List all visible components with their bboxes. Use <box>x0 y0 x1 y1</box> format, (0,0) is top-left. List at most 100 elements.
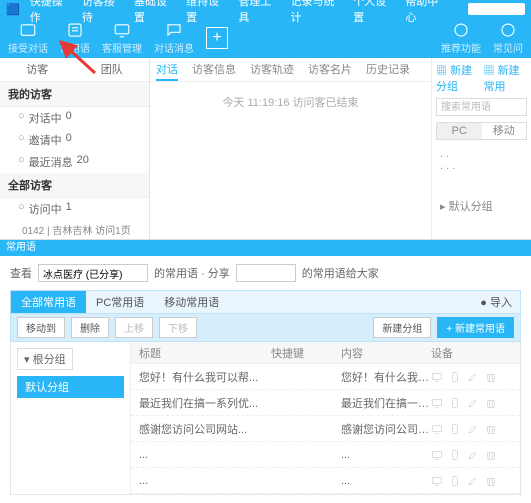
left-tab-team[interactable]: 团队 <box>75 58 150 81</box>
tool-messages[interactable]: 对话消息 <box>154 21 194 55</box>
newphrase-button[interactable]: + 新建常用语 <box>437 317 514 338</box>
selected-group[interactable]: 默认分组 <box>17 376 124 398</box>
device-pc-icon <box>431 371 443 383</box>
chat-end-msg: 今天 11:19:16 访问客已结束 <box>222 94 358 110</box>
cell-content: 您好！有什么我可以... <box>341 369 431 385</box>
list-item[interactable]: ○最近消息20 <box>0 151 149 173</box>
cell-title: 感谢您访问公司网站... <box>131 421 271 437</box>
device-pc-icon <box>431 475 443 487</box>
menu-logo: 🟦 <box>6 3 20 16</box>
new-group-link[interactable]: ▦ 新建分组 <box>436 62 480 94</box>
ptab-pc[interactable]: PC常用语 <box>86 291 154 313</box>
device-pc-icon <box>431 449 443 461</box>
cell-title: ... <box>131 475 271 487</box>
mid-tab-card[interactable]: 访客名片 <box>308 58 352 81</box>
list-item[interactable]: ○对话中0 <box>0 107 149 129</box>
list-item[interactable]: ○访问中1 <box>0 198 149 220</box>
action-bar: 移动到 删除 上移 下移 新建分组 + 新建常用语 <box>10 314 521 342</box>
view-tail: 的常用语给大家 <box>302 265 379 281</box>
delete-icon[interactable] <box>485 371 497 383</box>
moveto-button[interactable]: 移动到 <box>17 317 65 338</box>
th-content: 内容 <box>341 345 431 361</box>
edit-icon[interactable] <box>467 423 479 435</box>
rlist-group[interactable]: ▸ 默认分组 <box>440 198 523 214</box>
new-phrase-link[interactable]: ▦ 新建常用 <box>484 62 528 94</box>
delete-icon[interactable] <box>485 397 497 409</box>
chat-body: 今天 11:19:16 访问客已结束 <box>150 82 431 239</box>
list-item[interactable]: ○邀请中0 <box>0 129 149 151</box>
company-input[interactable] <box>38 264 148 282</box>
table-row[interactable]: 最近我们在搞一系列优... 最近我们在搞一系列... <box>131 390 520 416</box>
phrase-table: 标题 快捷键 内容 设备 您好！有什么我可以帮...您好！有什么我可以...最近… <box>131 342 520 494</box>
th-device: 设备 <box>431 345 520 361</box>
cell-title: 您好！有什么我可以帮... <box>131 369 271 385</box>
tool-agent-manage[interactable]: 客服管理 <box>102 21 142 55</box>
rtab-mobile[interactable]: 移动 <box>482 123 527 139</box>
mid-pane: 对话 访客信息 访客轨迹 访客名片 历史记录 今天 11:19:16 访问客已结… <box>150 58 431 239</box>
section-all-visitors: 全部访客 <box>0 173 149 198</box>
device-mobile-icon <box>449 423 461 435</box>
mid-tab-info[interactable]: 访客信息 <box>192 58 236 81</box>
table-row[interactable]: ...... <box>131 468 520 494</box>
rlist-row: . . <box>440 148 523 160</box>
left-pane: 访客 团队 我的访客 ○对话中0 ○邀请中0 ○最近消息20 全部访客 ○访问中… <box>0 58 150 239</box>
import-button[interactable]: ● 导入 <box>472 294 520 310</box>
root-group[interactable]: ▾ 根分组 <box>17 348 73 370</box>
device-mobile-icon <box>449 475 461 487</box>
phrase-search[interactable]: 搜索常用语 <box>436 98 527 116</box>
share-input[interactable] <box>236 264 296 282</box>
left-tab-visitor[interactable]: 访客 <box>0 58 75 81</box>
device-mobile-icon <box>449 371 461 383</box>
mid-tab-chat[interactable]: 对话 <box>156 58 178 81</box>
table-row[interactable]: 您好！有什么我可以帮... 您好！有什么我可以... <box>131 364 520 390</box>
table-row[interactable]: 感谢您访问公司网站... 感谢您访问公司网站... <box>131 416 520 442</box>
moveup-button[interactable]: 上移 <box>115 317 153 338</box>
delete-button[interactable]: 删除 <box>71 317 109 338</box>
mid-tab-track[interactable]: 访客轨迹 <box>250 58 294 81</box>
cell-title: 最近我们在搞一系列优... <box>131 395 271 411</box>
device-mobile-icon <box>449 397 461 409</box>
device-mobile-icon <box>449 449 461 461</box>
delete-icon[interactable] <box>485 475 497 487</box>
th-title: 标题 <box>131 345 271 361</box>
menu-item[interactable]: 个人设置 <box>353 0 395 25</box>
tool-recommend[interactable]: 推荐功能 <box>441 21 481 55</box>
delete-icon[interactable] <box>485 449 497 461</box>
user-box[interactable] <box>468 3 525 15</box>
rtab-pc[interactable]: PC <box>437 123 482 139</box>
mid-tab-history[interactable]: 历史记录 <box>366 58 410 81</box>
edit-icon[interactable] <box>467 475 479 487</box>
tool-add[interactable]: + <box>206 27 228 49</box>
cell-content: 感谢您访问公司网站... <box>341 421 431 437</box>
ptab-mobile[interactable]: 移动常用语 <box>154 291 229 313</box>
newgroup-button[interactable]: 新建分组 <box>373 317 431 338</box>
cell-content: ... <box>341 475 431 487</box>
section-bar-phrases: 常用语 <box>0 240 531 256</box>
edit-icon[interactable] <box>467 397 479 409</box>
view-label: 查看 <box>10 265 32 281</box>
top-menu: 🟦 快捷操作 访客接待 基础设置 维持设置 管理工具 记录与统计 个人设置 帮助… <box>0 0 531 18</box>
group-pane: ▾ 根分组 默认分组 <box>11 342 131 494</box>
view-row: 查看 的常用语 · 分享 的常用语给大家 <box>0 256 531 290</box>
edit-icon[interactable] <box>467 449 479 461</box>
menu-item[interactable]: 管理工具 <box>238 0 280 25</box>
cell-content: ... <box>341 449 431 461</box>
tool-faq[interactable]: 常见问 <box>493 21 523 55</box>
menu-item[interactable]: 记录与统计 <box>290 0 343 25</box>
cell-title: ... <box>131 449 271 461</box>
tool-phrases[interactable]: 常用语 <box>60 21 90 55</box>
right-pane: ▦ 新建分组▦ 新建常用 搜索常用语 PC移动 . . . . . ▸ 默认分组 <box>431 58 531 239</box>
cell-content: 最近我们在搞一系列... <box>341 395 431 411</box>
rlist-row: . . . <box>440 160 523 172</box>
visitor-sub[interactable]: 0142 | 吉林吉林 访问1页 <box>0 220 149 239</box>
view-mid: 的常用语 · 分享 <box>154 265 230 281</box>
tool-accept[interactable]: 接受对话 <box>8 21 48 55</box>
delete-icon[interactable] <box>485 423 497 435</box>
movedown-button[interactable]: 下移 <box>159 317 197 338</box>
phrase-tabs: 全部常用语 PC常用语 移动常用语 ● 导入 <box>10 290 521 314</box>
device-pc-icon <box>431 423 443 435</box>
ptab-all[interactable]: 全部常用语 <box>11 291 86 313</box>
edit-icon[interactable] <box>467 371 479 383</box>
device-pc-icon <box>431 397 443 409</box>
table-row[interactable]: ...... <box>131 442 520 468</box>
